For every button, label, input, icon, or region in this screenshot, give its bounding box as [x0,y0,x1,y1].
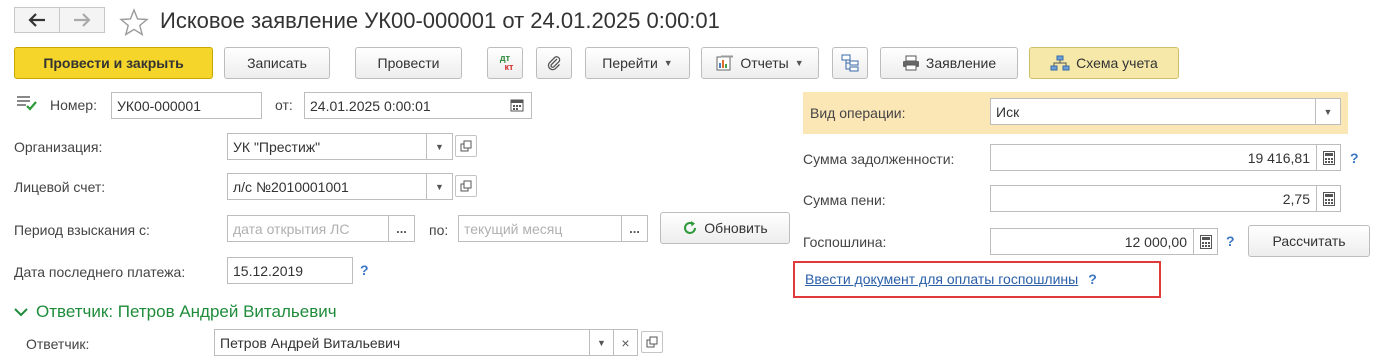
date-value: 24.01.2025 0:00:01 [310,97,431,114]
schema-label: Схема учета [1076,55,1158,71]
reports-menu-button[interactable]: Отчеты ▼ [701,47,819,79]
statement-print-button[interactable]: Заявление [880,47,1018,79]
post-and-close-label: Провести и закрыть [43,55,184,71]
period-to-select-button[interactable]: ... [621,215,648,242]
duty-help-icon[interactable]: ? [1226,233,1235,249]
calculator-icon [1322,191,1335,206]
operation-type-label: Вид операции: [810,105,906,121]
defendant-dropdown-button[interactable]: ▼ [589,329,614,356]
operation-type-dropdown-button[interactable]: ▼ [1315,98,1341,125]
account-field[interactable]: л/с №2010001001 [227,173,427,200]
structure-button[interactable] [832,47,868,79]
reports-icon [716,55,734,71]
organization-dropdown-button[interactable]: ▼ [426,133,453,160]
refresh-button[interactable]: Обновить [660,212,790,244]
dt-kt-icon: дт кт [497,54,514,72]
dropdown-arrow-icon: ▼ [794,58,804,68]
calculate-button[interactable]: Рассчитать [1248,225,1370,257]
defendant-section-title: Ответчик: Петров Андрей Витальевич [36,302,337,321]
schema-icon [1050,55,1070,71]
defendant-field[interactable]: Петров Андрей Витальевич [214,329,590,356]
arrow-left-icon [28,13,45,27]
structure-icon [841,54,859,72]
calendar-icon[interactable] [510,98,524,112]
document-posted-icon [17,96,37,111]
defendant-section-header[interactable]: Ответчик: Петров Андрей Витальевич [14,302,337,322]
number-field[interactable]: УК00-000001 [111,92,262,119]
window-title: Исковое заявление УК00-000001 от 24.01.2… [160,8,720,33]
duty-payment-link-row: Ввести документ для оплаты госпошлины ? [805,271,1097,287]
penalty-value: 2,75 [1282,190,1310,207]
calculator-icon [1199,234,1212,249]
defendant-clear-button[interactable]: × [613,329,638,356]
operation-type-field[interactable]: Иск [990,98,1316,125]
post-label: Провести [377,55,440,71]
accounting-schema-button[interactable]: Схема учета [1029,47,1179,79]
forward-button[interactable] [59,7,105,33]
last-payment-field[interactable]: 15.12.2019 [227,257,353,284]
duty-value: 12 000,00 [1124,233,1187,250]
debt-value: 19 416,81 [1247,149,1310,166]
duty-payment-link[interactable]: Ввести документ для оплаты госпошлины [805,271,1078,287]
period-to-label: по: [429,222,449,238]
dt-kt-button[interactable]: дт кт [487,47,523,79]
favorite-star-icon[interactable] [119,8,149,36]
organization-field[interactable]: УК "Престиж" [227,133,427,160]
period-to-field[interactable]: текущий месяц [458,215,622,242]
date-from-label: от: [275,97,293,113]
reports-label: Отчеты [740,55,789,71]
dropdown-arrow-icon: ▼ [663,58,673,68]
penalty-label: Сумма пени: [803,192,886,208]
calculator-icon [1322,150,1335,165]
account-label: Лицевой счет: [14,179,106,195]
duty-label: Госпошлина: [803,234,887,250]
goto-label: Перейти [602,55,658,71]
save-label: Записать [247,55,307,71]
goto-menu-button[interactable]: Перейти ▼ [585,47,690,79]
refresh-label: Обновить [704,220,768,236]
back-button[interactable] [14,7,60,33]
duty-field[interactable]: 12 000,00 [990,228,1194,255]
penalty-calculator-button[interactable] [1316,185,1341,212]
open-form-icon [460,180,472,192]
account-open-button[interactable] [455,175,477,197]
attach-button[interactable] [536,47,572,79]
duty-link-help-icon[interactable]: ? [1088,271,1097,287]
debt-help-icon[interactable]: ? [1350,150,1359,166]
debt-calculator-button[interactable] [1316,144,1341,171]
organization-label: Организация: [14,139,103,155]
open-form-icon [460,140,472,152]
chevron-down-icon [14,308,28,317]
organization-open-button[interactable] [455,135,477,157]
debt-label: Сумма задолженности: [803,151,955,167]
account-dropdown-button[interactable]: ▼ [426,173,453,200]
period-label: Период взыскания с: [14,222,150,238]
defendant-label: Ответчик: [26,336,90,352]
kt-glyph: кт [504,62,514,72]
date-field[interactable]: 24.01.2025 0:00:01 [304,92,532,119]
printer-icon [902,55,919,71]
refresh-icon [684,221,697,234]
penalty-field[interactable]: 2,75 [990,185,1317,212]
defendant-open-button[interactable] [641,331,663,353]
save-button[interactable]: Записать [224,47,330,79]
last-payment-label: Дата последнего платежа: [14,264,186,280]
period-from-placeholder: дата открытия ЛС [233,220,350,237]
statement-label: Заявление [925,55,997,71]
period-to-placeholder: текущий месяц [464,220,563,237]
period-from-select-button[interactable]: ... [388,215,415,242]
open-form-icon [646,336,658,348]
duty-calculator-button[interactable] [1193,228,1218,255]
calculate-label: Рассчитать [1272,233,1346,249]
debt-field[interactable]: 19 416,81 [990,144,1317,171]
post-button[interactable]: Провести [355,47,462,79]
post-and-close-button[interactable]: Провести и закрыть [14,47,213,79]
number-label: Номер: [50,97,97,113]
last-payment-help-icon[interactable]: ? [360,262,369,278]
paperclip-icon [547,56,561,71]
arrow-right-icon [74,13,91,27]
period-from-field[interactable]: дата открытия ЛС [227,215,389,242]
